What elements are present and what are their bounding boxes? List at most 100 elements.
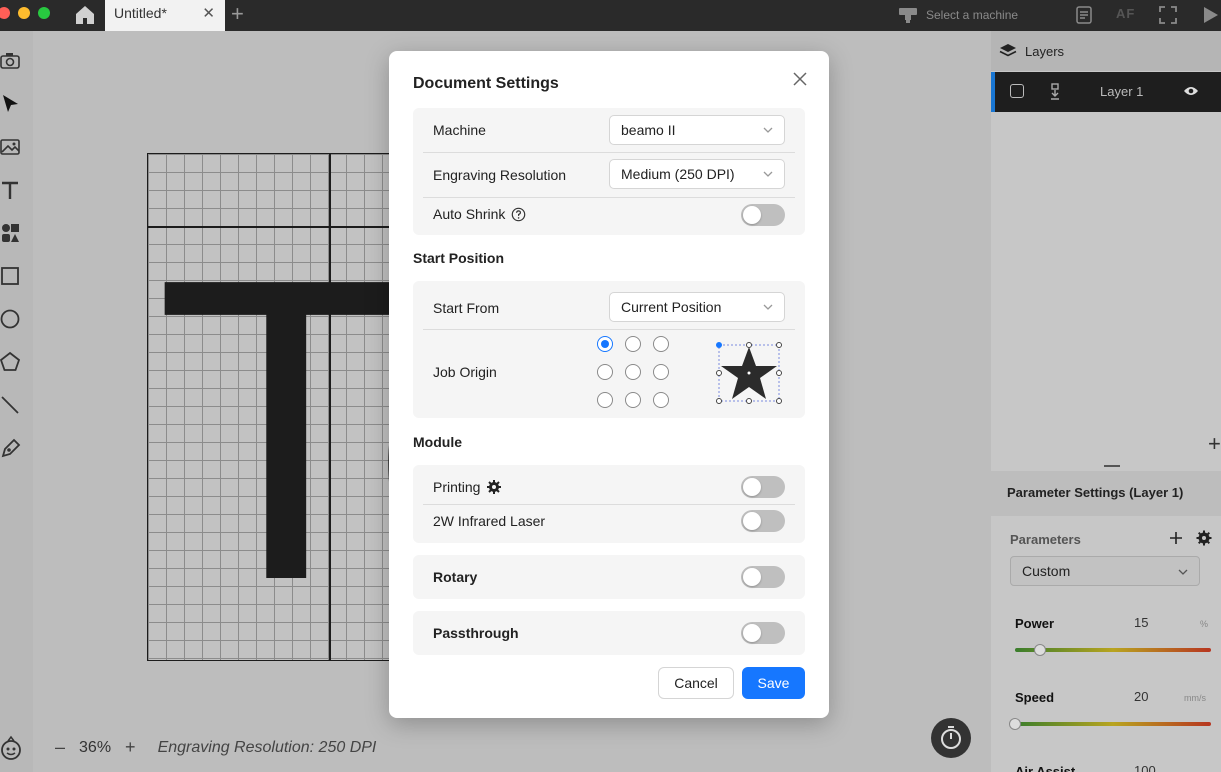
rotary-toggle[interactable] [741,566,785,588]
job-origin-radio[interactable] [625,336,641,352]
chevron-down-icon [763,127,773,133]
start-from-row: Start From Current Position [413,281,805,329]
machine-row: Machine beamo II [413,108,805,152]
zoom-value[interactable]: 36% [79,739,111,757]
autofocus-button[interactable]: AF [1116,6,1135,21]
preset-settings-gear-icon[interactable] [1196,530,1212,546]
job-origin-radio[interactable] [653,364,669,380]
beambox-assistant-icon[interactable] [0,735,26,761]
layer-name[interactable]: Layer 1 [1100,84,1143,99]
close-window-button[interactable] [0,7,10,19]
passthrough-card: Passthrough [413,611,805,655]
air-assist-value[interactable]: 100 [1134,763,1156,772]
eye-icon[interactable] [1183,85,1199,97]
power-slider-handle[interactable] [1034,644,1047,656]
machine-icon [899,8,917,23]
line-icon[interactable] [0,394,22,416]
tab-title: Untitled* [114,5,167,21]
rectangle-icon[interactable] [0,265,22,287]
parameters-label: Parameters [1010,532,1081,547]
maximize-window-button[interactable] [38,7,50,19]
add-layer-button[interactable]: + [1208,431,1221,457]
speed-slider[interactable] [1009,718,1211,730]
image-icon[interactable] [0,136,22,158]
job-origin-radio[interactable] [625,392,641,408]
new-tab-button[interactable]: + [231,1,244,27]
machine-label: Machine [433,122,486,138]
infrared-laser-row: 2W Infrared Laser [413,505,805,543]
chevron-down-icon [763,304,773,310]
module-title: Module [413,434,462,450]
document-icon[interactable] [1073,4,1095,26]
job-origin-radio[interactable] [597,336,613,352]
auto-shrink-label: Auto Shrink [433,206,526,222]
rotary-card: Rotary [413,555,805,599]
speed-value[interactable]: 20 [1134,689,1148,704]
close-icon[interactable] [791,70,809,88]
machine-value: beamo II [621,122,676,138]
home-icon[interactable] [73,3,97,27]
layers-icon [999,44,1017,57]
engraving-resolution-row: Engraving Resolution Medium (250 DPI) [413,153,805,197]
preset-value: Custom [1022,563,1071,579]
zoom-in-button[interactable]: + [125,737,136,758]
zoom-bar: – 36% + Engraving Resolution: 250 DPI [55,737,376,758]
help-icon[interactable] [511,207,526,222]
frame-icon[interactable] [1157,4,1179,26]
machine-label: Select a machine [926,8,1019,22]
time-estimate-button[interactable] [931,718,971,758]
save-button[interactable]: Save [742,667,805,699]
passthrough-toggle[interactable] [741,622,785,644]
document-settings-dialog: Document Settings Machine beamo II Engra… [389,51,829,718]
printing-toggle[interactable] [741,476,785,498]
job-origin-radio[interactable] [625,364,641,380]
left-toolbar [0,31,33,772]
start-from-select[interactable]: Current Position [609,292,785,322]
minimize-window-button[interactable] [18,7,30,19]
camera-icon[interactable] [0,50,22,72]
preset-select[interactable]: Custom [1010,556,1200,586]
cursor-icon[interactable] [0,93,22,115]
panel-resize-handle[interactable] [1104,465,1120,467]
select-machine-button[interactable]: Select a machine [898,4,1018,26]
zoom-out-button[interactable]: – [55,737,65,758]
layer-row[interactable]: Layer 1 [991,72,1221,112]
laser-module-icon [1051,83,1059,100]
play-icon[interactable] [1199,4,1221,26]
engraving-resolution-status: Engraving Resolution: 250 DPI [157,738,377,756]
engraving-resolution-select[interactable]: Medium (250 DPI) [609,159,785,189]
text-icon[interactable] [0,179,22,201]
job-origin-radio[interactable] [653,336,669,352]
stopwatch-icon [941,726,961,749]
gear-icon[interactable] [486,479,502,495]
machine-select[interactable]: beamo II [609,115,785,145]
shapes-icon[interactable] [0,222,22,244]
parameter-settings-title: Parameter Settings (Layer 1) [991,471,1221,516]
tab-close-icon[interactable]: ✕ [202,4,215,22]
chevron-down-icon [1178,569,1188,575]
layers-tab[interactable]: Layers [991,31,1221,71]
document-tab[interactable]: Untitled* ✕ [105,0,225,31]
speed-unit: mm/s [1184,693,1206,703]
auto-shrink-toggle[interactable] [741,204,785,226]
layer-checkbox[interactable] [1010,84,1024,98]
pen-icon[interactable] [0,437,22,459]
ellipse-icon[interactable] [0,308,22,330]
speed-slider-handle[interactable] [1009,718,1021,730]
job-origin-radio[interactable] [653,392,669,408]
polygon-icon[interactable] [0,351,22,373]
power-slider[interactable] [1015,644,1211,656]
cancel-button[interactable]: Cancel [658,667,734,699]
add-preset-icon[interactable] [1169,531,1183,545]
start-position-card: Start From Current Position Job Origin [413,281,805,418]
infrared-laser-toggle[interactable] [741,510,785,532]
general-settings-card: Machine beamo II Engraving Resolution Me… [413,108,805,235]
printing-row: Printing [413,465,805,504]
job-origin-radio[interactable] [597,364,613,380]
start-from-value: Current Position [621,299,722,315]
auto-shrink-text: Auto Shrink [433,206,506,222]
job-origin-row: Job Origin [413,330,805,418]
job-origin-radio[interactable] [597,392,613,408]
power-value[interactable]: 15 [1134,615,1148,630]
auto-shrink-row: Auto Shrink [413,198,805,235]
